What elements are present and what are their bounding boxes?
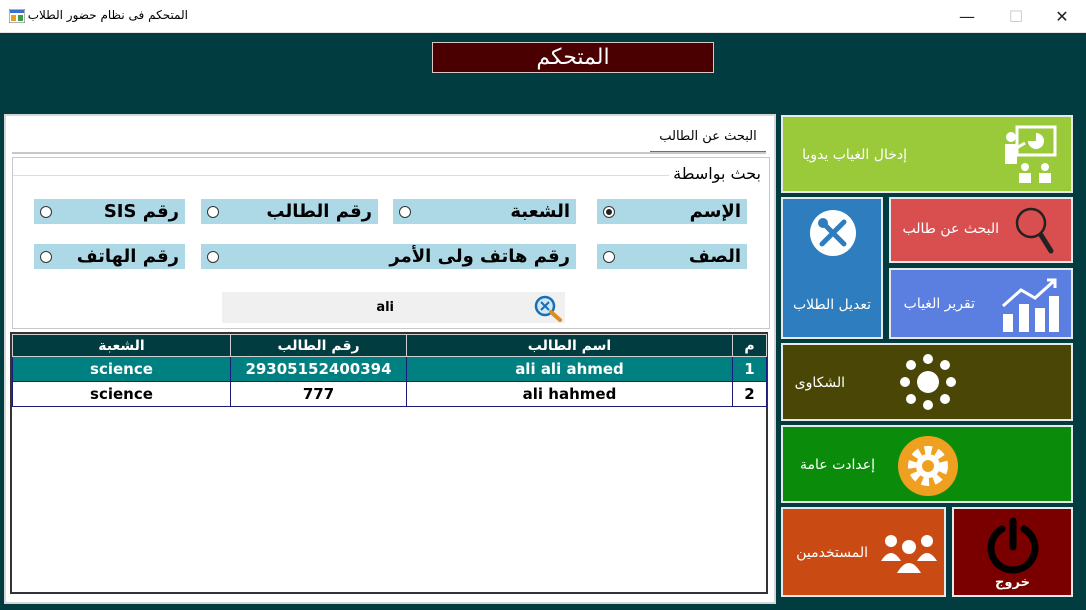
radio-sis-no[interactable]: رقم SIS (34, 199, 185, 224)
tile-label: البحث عن طالب (902, 221, 1000, 237)
search-input[interactable] (222, 292, 532, 323)
page-title: المتحكم (432, 42, 714, 73)
power-icon (987, 517, 1039, 574)
radio-guardian-phone[interactable]: رقم هاتف ولى الأمر (201, 244, 576, 269)
window-title: المتحكم فى نظام حضور الطلاب (27, 8, 188, 22)
radio-label: الشعبة (510, 201, 570, 222)
manual-absence-button[interactable]: إدخال الغياب يدويا (781, 115, 1073, 193)
minimize-button[interactable]: — (944, 0, 990, 33)
app-icon (9, 9, 25, 23)
group-divider (13, 175, 669, 176)
search-box (222, 292, 565, 323)
radio-circle[interactable] (603, 250, 615, 263)
radio-circle[interactable] (399, 205, 411, 218)
close-button[interactable]: ✕ (1039, 0, 1085, 33)
tile-label: المستخدمين (796, 545, 868, 561)
tools-icon (810, 210, 856, 256)
col-header-index[interactable]: م (732, 334, 767, 357)
tile-label: خروج (995, 575, 1030, 590)
search-student-button[interactable]: البحث عن طالب (889, 197, 1073, 263)
col-header-student-no[interactable]: رقم الطالب (230, 334, 407, 357)
radio-student-no[interactable]: رقم الطالب (201, 199, 378, 224)
magnifier-icon (1015, 207, 1054, 254)
edit-students-button[interactable]: تعديل الطلاب (781, 197, 883, 339)
table-row[interactable]: science 777 ali hahmed 2 (12, 381, 767, 407)
cell-name[interactable]: ali hahmed (406, 381, 733, 407)
tile-label: تعديل الطلاب (792, 297, 872, 313)
cell-section[interactable]: science (12, 356, 231, 382)
table-row[interactable]: science 29305152400394 ali ali ahmed 1 (12, 356, 767, 382)
radio-section[interactable]: الشعبة (393, 199, 576, 224)
cell-section[interactable]: science (12, 381, 231, 407)
cell-name[interactable]: ali ali ahmed (406, 356, 733, 382)
tile-label: إعدادت عامة (800, 457, 875, 473)
radio-label: رقم هاتف ولى الأمر (389, 246, 570, 267)
gear-icon (898, 436, 958, 496)
exit-button[interactable]: خروج (952, 507, 1073, 597)
search-by-title: بحث بواسطة (671, 164, 763, 183)
radio-label: الصف (688, 246, 741, 267)
radio-circle[interactable] (207, 205, 219, 218)
radio-circle[interactable] (40, 205, 52, 218)
col-header-name[interactable]: اسم الطالب (406, 334, 733, 357)
tab-search-student[interactable]: البحث عن الطالب (650, 126, 766, 154)
table-header-row: الشعبة رقم الطالب اسم الطالب م (12, 334, 767, 357)
radio-label: رقم الهاتف (76, 246, 179, 267)
results-table[interactable]: الشعبة رقم الطالب اسم الطالب م science 2… (10, 332, 768, 594)
cell-student-no[interactable]: 777 (230, 381, 407, 407)
presentation-icon (1005, 125, 1057, 183)
radio-circle[interactable] (207, 250, 219, 263)
radio-class[interactable]: الصف (597, 244, 747, 269)
tile-label: تقرير الغياب (903, 296, 975, 312)
radio-phone[interactable]: رقم الهاتف (34, 244, 185, 269)
title-bar: المتحكم فى نظام حضور الطلاب — ☐ ✕ (0, 0, 1086, 33)
cell-student-no[interactable]: 29305152400394 (230, 356, 407, 382)
tab-divider (12, 152, 766, 154)
radio-circle-checked[interactable] (603, 205, 615, 218)
search-icon[interactable] (533, 294, 563, 322)
tile-label: إدخال الغياب يدويا (802, 147, 907, 163)
radio-label: رقم الطالب (266, 201, 372, 222)
radio-label: الإسم (689, 201, 741, 222)
app-window: المتحكم فى نظام حضور الطلاب — ☐ ✕ المتحك… (0, 0, 1086, 610)
users-button[interactable]: المستخدمين (781, 507, 946, 597)
general-settings-button[interactable]: إعدادت عامة (781, 425, 1073, 503)
radio-circle[interactable] (40, 250, 52, 263)
maximize-button[interactable]: ☐ (993, 0, 1039, 33)
complaints-button[interactable]: الشكاوى (781, 343, 1073, 421)
network-icon (900, 354, 956, 410)
absence-report-button[interactable]: تقرير الغياب (889, 268, 1073, 339)
cell-index[interactable]: 2 (732, 381, 767, 407)
bar-chart-icon (1002, 278, 1059, 332)
radio-label: رقم SIS (103, 201, 179, 222)
cell-index[interactable]: 1 (732, 356, 767, 382)
radio-name[interactable]: الإسم (597, 199, 747, 224)
tile-label: الشكاوى (794, 375, 845, 391)
col-header-section[interactable]: الشعبة (12, 334, 231, 357)
users-icon (881, 535, 937, 573)
